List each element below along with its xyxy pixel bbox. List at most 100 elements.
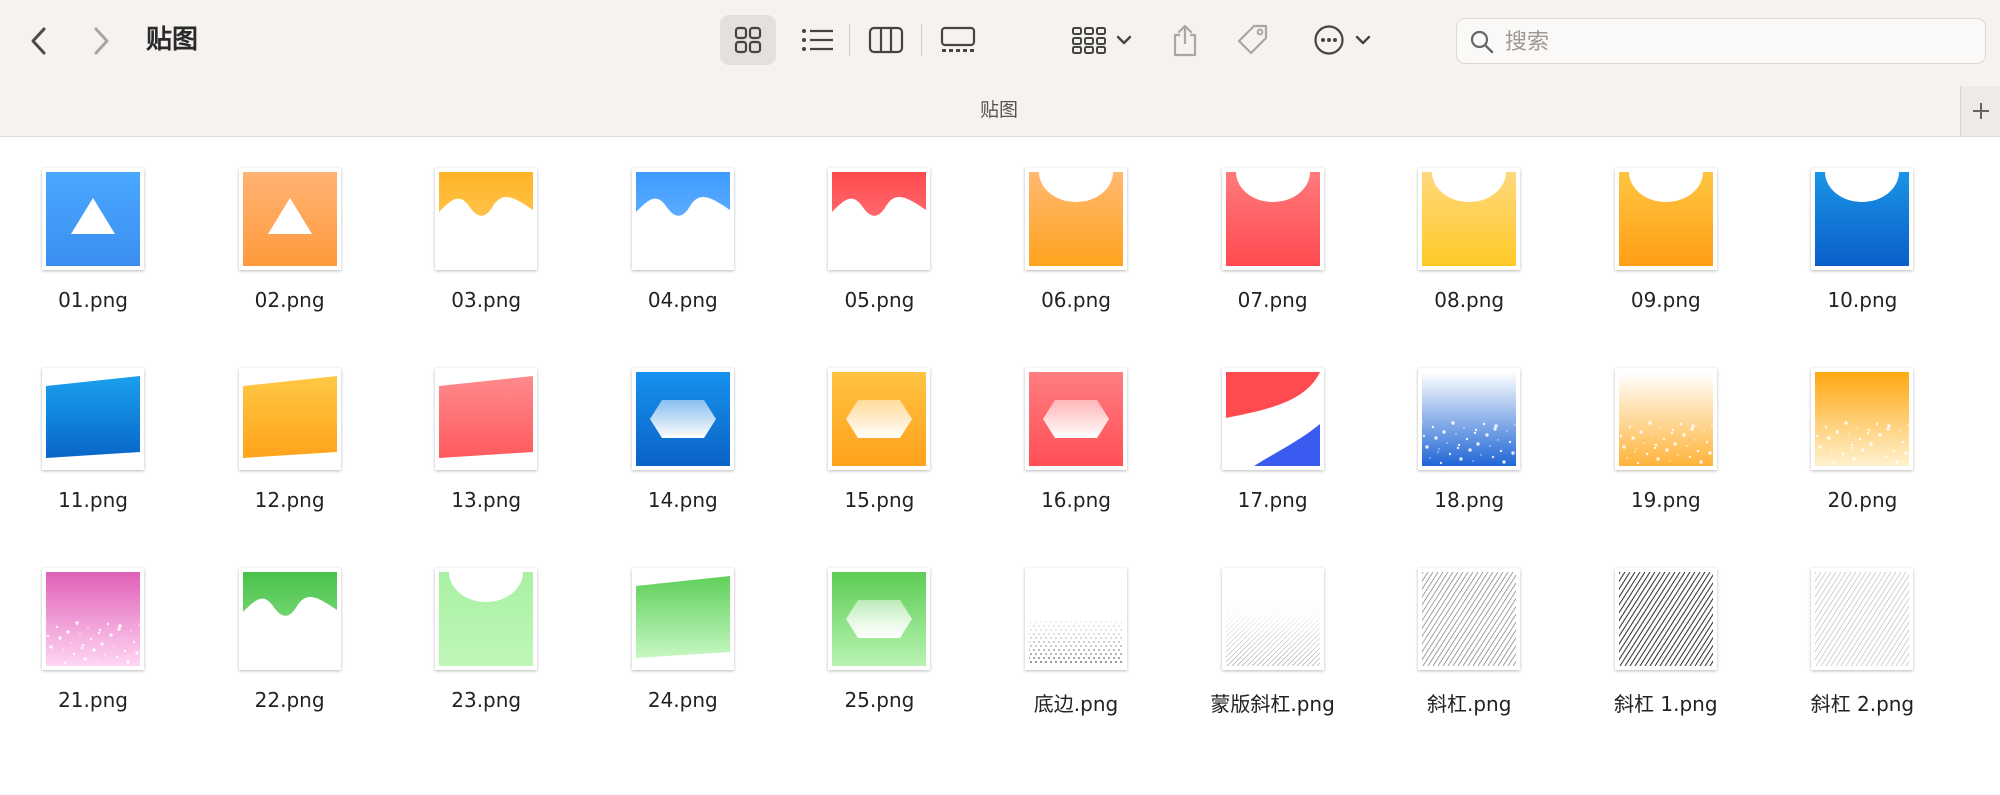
file-thumbnail[interactable] [1614,568,1717,670]
search-field[interactable] [1456,18,1986,64]
file-thumbnail[interactable] [1221,368,1324,470]
file-name[interactable]: 01.png [0,288,188,312]
file-name[interactable]: 18.png [1374,488,1564,512]
file-thumbnail[interactable] [42,568,144,670]
file-thumbnail[interactable] [238,568,341,670]
file-thumbnail[interactable] [1221,568,1324,670]
file-item[interactable]: 12.png [195,336,385,512]
column-view-button[interactable] [858,15,914,65]
file-name[interactable]: 斜杠.png [1374,688,1564,717]
file-name[interactable]: 底边.png [981,688,1171,717]
file-item[interactable]: 蒙版斜杠.png [1178,536,1368,716]
file-name[interactable]: 蒙版斜杠.png [1178,688,1368,717]
file-item[interactable]: 25.png [784,536,974,712]
file-item[interactable]: 底边.png [981,536,1171,716]
file-name[interactable]: 15.png [784,488,974,512]
file-item[interactable]: 01.png [0,136,188,312]
file-thumbnail[interactable] [1811,168,1914,270]
gallery-view-button[interactable] [930,15,986,65]
file-name[interactable]: 03.png [391,288,581,312]
file-thumbnail[interactable] [435,568,538,670]
file-thumbnail[interactable] [1418,568,1521,670]
file-item[interactable]: 06.png [981,136,1171,312]
file-thumbnail[interactable] [435,368,538,470]
file-name[interactable]: 04.png [588,288,778,312]
file-thumbnail[interactable] [631,568,734,670]
file-name[interactable]: 02.png [195,288,385,312]
file-item[interactable]: 08.png [1374,136,1564,312]
file-thumbnail[interactable] [828,368,931,470]
file-item[interactable]: 03.png [391,136,581,312]
file-item[interactable]: 17.png [1178,336,1368,512]
back-button[interactable] [18,20,60,62]
file-thumbnail[interactable] [42,368,144,470]
file-thumbnail[interactable] [1614,368,1717,470]
file-item[interactable]: 11.png [0,336,188,512]
file-name[interactable]: 21.png [0,688,188,712]
file-name[interactable]: 11.png [0,488,188,512]
file-item[interactable]: 19.png [1571,336,1761,512]
file-item[interactable]: 20.png [1767,336,1957,512]
file-name[interactable]: 10.png [1767,288,1957,312]
file-name[interactable]: 06.png [981,288,1171,312]
file-name[interactable]: 13.png [391,488,581,512]
file-name[interactable]: 23.png [391,688,581,712]
file-name[interactable]: 20.png [1767,488,1957,512]
tag-button[interactable] [1228,15,1278,65]
file-name[interactable]: 19.png [1571,488,1761,512]
file-name[interactable]: 05.png [784,288,974,312]
file-name[interactable]: 22.png [195,688,385,712]
forward-button[interactable] [80,20,122,62]
file-item[interactable]: 斜杠 1.png [1571,536,1761,716]
file-name[interactable]: 斜杠 1.png [1571,688,1761,717]
file-thumbnail[interactable] [1221,168,1324,270]
file-thumbnail[interactable] [1614,168,1717,270]
new-tab-button[interactable] [1960,86,2000,136]
file-thumbnail[interactable] [1418,168,1521,270]
file-name[interactable]: 12.png [195,488,385,512]
file-name[interactable]: 14.png [588,488,778,512]
file-item[interactable]: 16.png [981,336,1171,512]
file-item[interactable]: 09.png [1571,136,1761,312]
file-item[interactable]: 23.png [391,536,581,712]
file-item[interactable]: 18.png [1374,336,1564,512]
file-item[interactable]: 14.png [588,336,778,512]
file-name[interactable]: 09.png [1571,288,1761,312]
file-thumbnail[interactable] [1418,368,1521,470]
file-name[interactable]: 24.png [588,688,778,712]
file-thumbnail[interactable] [238,368,341,470]
file-thumbnail[interactable] [1811,568,1914,670]
file-name[interactable]: 08.png [1374,288,1564,312]
list-view-button[interactable] [790,15,846,65]
file-item[interactable]: 斜杠.png [1374,536,1564,716]
file-name[interactable]: 17.png [1178,488,1368,512]
share-button[interactable] [1160,15,1210,65]
file-item[interactable]: 02.png [195,136,385,312]
search-input[interactable] [1503,25,1977,59]
file-thumbnail[interactable] [1025,168,1127,270]
file-thumbnail[interactable] [828,568,931,670]
group-by-button[interactable] [1062,15,1142,65]
file-thumbnail[interactable] [435,168,538,270]
file-item[interactable]: 21.png [0,536,188,712]
file-item[interactable]: 斜杠 2.png [1767,536,1957,716]
file-item[interactable]: 22.png [195,536,385,712]
file-item[interactable]: 15.png [784,336,974,512]
icon-view-button[interactable] [720,15,776,65]
file-item[interactable]: 05.png [784,136,974,312]
file-item[interactable]: 07.png [1178,136,1368,312]
file-name[interactable]: 25.png [784,688,974,712]
tab-title[interactable]: 贴图 [0,96,1998,124]
file-thumbnail[interactable] [631,368,734,470]
file-thumbnail[interactable] [42,168,144,270]
file-item[interactable]: 04.png [588,136,778,312]
file-thumbnail[interactable] [1811,368,1914,470]
file-thumbnail[interactable] [828,168,931,270]
file-thumbnail[interactable] [1025,568,1127,670]
file-item[interactable]: 10.png [1767,136,1957,312]
file-thumbnail[interactable] [238,168,341,270]
file-name[interactable]: 16.png [981,488,1171,512]
file-item[interactable]: 24.png [588,536,778,712]
file-name[interactable]: 斜杠 2.png [1767,688,1957,717]
file-thumbnail[interactable] [1025,368,1127,470]
